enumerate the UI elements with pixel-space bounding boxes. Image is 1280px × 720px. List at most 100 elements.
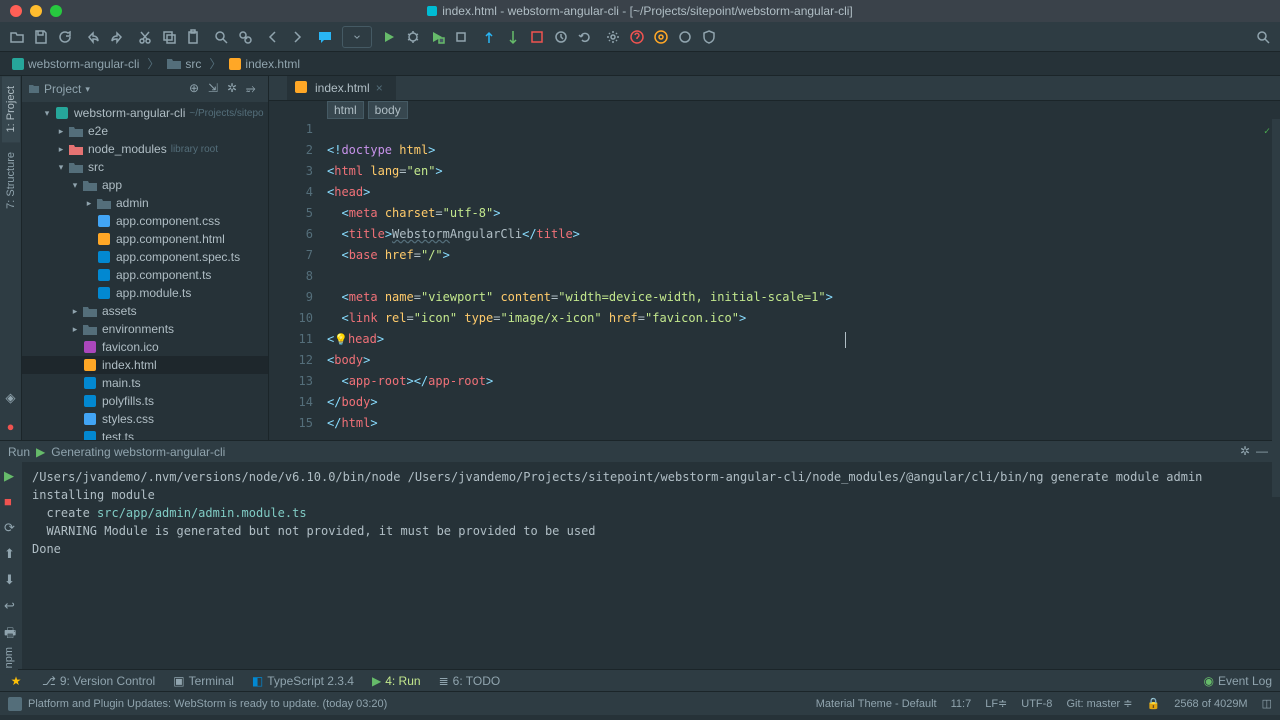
rerun-icon[interactable]: ▶: [4, 468, 18, 482]
forward-icon[interactable]: [286, 26, 308, 48]
project-tree[interactable]: ▾webstorm-angular-cli ~/Projects/sitepo▸…: [22, 102, 268, 440]
expand-icon[interactable]: ▸: [54, 126, 68, 137]
tree-row[interactable]: app.component.html: [22, 230, 268, 248]
nav-crumb-file[interactable]: index.html: [223, 55, 306, 73]
nav-crumb-root[interactable]: webstorm-angular-cli: [6, 55, 145, 73]
tree-row[interactable]: styles.css: [22, 410, 268, 428]
structure-tool-tab[interactable]: 7: Structure: [2, 142, 20, 219]
status-line-ending[interactable]: LF≑: [985, 697, 1007, 710]
inspection-ok-icon[interactable]: ✓: [1264, 121, 1270, 142]
status-position[interactable]: 11:7: [951, 698, 972, 710]
search-everywhere-icon[interactable]: [1252, 26, 1274, 48]
favorites-icon[interactable]: ★: [8, 673, 24, 689]
project-tool-tab[interactable]: 1: Project: [2, 76, 20, 142]
run-config-dropdown[interactable]: [342, 26, 372, 48]
close-window[interactable]: [10, 5, 22, 17]
status-theme[interactable]: Material Theme - Default: [816, 698, 937, 710]
tree-row[interactable]: ▸environments: [22, 320, 268, 338]
minimize-window[interactable]: [30, 5, 42, 17]
vcs-compare-icon[interactable]: [526, 26, 548, 48]
chat-icon[interactable]: [314, 26, 336, 48]
gear-icon[interactable]: [650, 26, 672, 48]
structure-icon[interactable]: ◈: [3, 390, 19, 406]
paste-icon[interactable]: [182, 26, 204, 48]
tab-todo[interactable]: ≣6: TODO: [439, 674, 501, 688]
tree-row[interactable]: ▾app: [22, 176, 268, 194]
hide-icon[interactable]: ⥴: [246, 81, 262, 97]
help-icon[interactable]: [626, 26, 648, 48]
tree-row[interactable]: ▾src: [22, 158, 268, 176]
replace-icon[interactable]: [234, 26, 256, 48]
wrap-icon[interactable]: ↩: [4, 598, 18, 612]
cut-icon[interactable]: [134, 26, 156, 48]
tree-row[interactable]: polyfills.ts: [22, 392, 268, 410]
lock-icon[interactable]: 🔒: [1147, 697, 1161, 710]
editor-tab[interactable]: index.html ×: [287, 76, 396, 100]
close-icon[interactable]: ×: [376, 81, 388, 95]
vcs-commit-icon[interactable]: [502, 26, 524, 48]
expand-icon[interactable]: ▸: [68, 306, 82, 317]
undo-icon[interactable]: [82, 26, 104, 48]
info-icon[interactable]: [8, 697, 22, 711]
expand-icon[interactable]: ▸: [82, 198, 96, 209]
tab-typescript[interactable]: ◧TypeScript 2.3.4: [252, 674, 354, 688]
status-git[interactable]: Git: master ≑: [1066, 697, 1132, 710]
tree-row[interactable]: ▸e2e: [22, 122, 268, 140]
shield-icon[interactable]: [698, 26, 720, 48]
expand-icon[interactable]: ▸: [54, 144, 68, 155]
code-content[interactable]: <!doctype html> <html lang="en"> <head> …: [327, 119, 1272, 497]
maximize-window[interactable]: [50, 5, 62, 17]
vcs-history-icon[interactable]: [550, 26, 572, 48]
stop-run-icon[interactable]: ■: [4, 494, 18, 508]
tree-row[interactable]: ▸node_moduleslibrary root: [22, 140, 268, 158]
expand-icon[interactable]: ▾: [54, 162, 68, 173]
tree-row[interactable]: test.ts: [22, 428, 268, 440]
status-encoding[interactable]: UTF-8: [1021, 698, 1052, 710]
panel-title[interactable]: Project ▾: [28, 82, 189, 96]
up-icon[interactable]: ⬆: [4, 546, 18, 560]
vcs-update-icon[interactable]: [478, 26, 500, 48]
tab-run[interactable]: ▶4: Run: [372, 674, 421, 688]
ext-icon[interactable]: [674, 26, 696, 48]
back-icon[interactable]: [262, 26, 284, 48]
stop-icon[interactable]: [450, 26, 472, 48]
tab-terminal[interactable]: ▣Terminal: [173, 674, 234, 688]
npm-tool-tab[interactable]: npm: [0, 641, 18, 674]
find-icon[interactable]: [210, 26, 232, 48]
tab-version-control[interactable]: ⎇9: Version Control: [42, 674, 155, 688]
debug-icon[interactable]: [402, 26, 424, 48]
tab-event-log[interactable]: ◉Event Log: [1203, 674, 1272, 688]
nav-crumb-folder[interactable]: src: [161, 55, 207, 73]
tree-row[interactable]: app.module.ts: [22, 284, 268, 302]
editor-scrollbar[interactable]: [1272, 119, 1280, 497]
tree-row[interactable]: index.html: [22, 356, 268, 374]
crumb-body[interactable]: body: [368, 101, 408, 119]
scroll-from-source-icon[interactable]: ⊕: [189, 81, 205, 97]
crumb-html[interactable]: html: [327, 101, 364, 119]
collapse-icon[interactable]: ⇲: [208, 81, 224, 97]
tree-row[interactable]: ▸admin: [22, 194, 268, 212]
tree-row[interactable]: app.component.css: [22, 212, 268, 230]
refresh-icon[interactable]: [54, 26, 76, 48]
vcs-revert-icon[interactable]: [574, 26, 596, 48]
expand-icon[interactable]: ▾: [40, 108, 54, 119]
tree-row[interactable]: app.component.spec.ts: [22, 248, 268, 266]
tree-row[interactable]: ▸assets: [22, 302, 268, 320]
panel-settings-icon[interactable]: ✲: [227, 81, 243, 97]
breakpoint-icon[interactable]: ●: [3, 418, 19, 434]
redo-icon[interactable]: [106, 26, 128, 48]
restore-icon[interactable]: ⟳: [4, 520, 18, 534]
print-icon[interactable]: 🖶: [4, 624, 18, 638]
copy-icon[interactable]: [158, 26, 180, 48]
tree-row[interactable]: ▾webstorm-angular-cli ~/Projects/sitepo: [22, 104, 268, 122]
coverage-icon[interactable]: [426, 26, 448, 48]
tree-row[interactable]: main.ts: [22, 374, 268, 392]
expand-icon[interactable]: ▾: [68, 180, 82, 191]
open-icon[interactable]: [6, 26, 28, 48]
tree-row[interactable]: app.component.ts: [22, 266, 268, 284]
tree-row[interactable]: favicon.ico: [22, 338, 268, 356]
expand-icon[interactable]: ▸: [68, 324, 82, 335]
save-icon[interactable]: [30, 26, 52, 48]
down-icon[interactable]: ⬇: [4, 572, 18, 586]
settings-icon[interactable]: [602, 26, 624, 48]
